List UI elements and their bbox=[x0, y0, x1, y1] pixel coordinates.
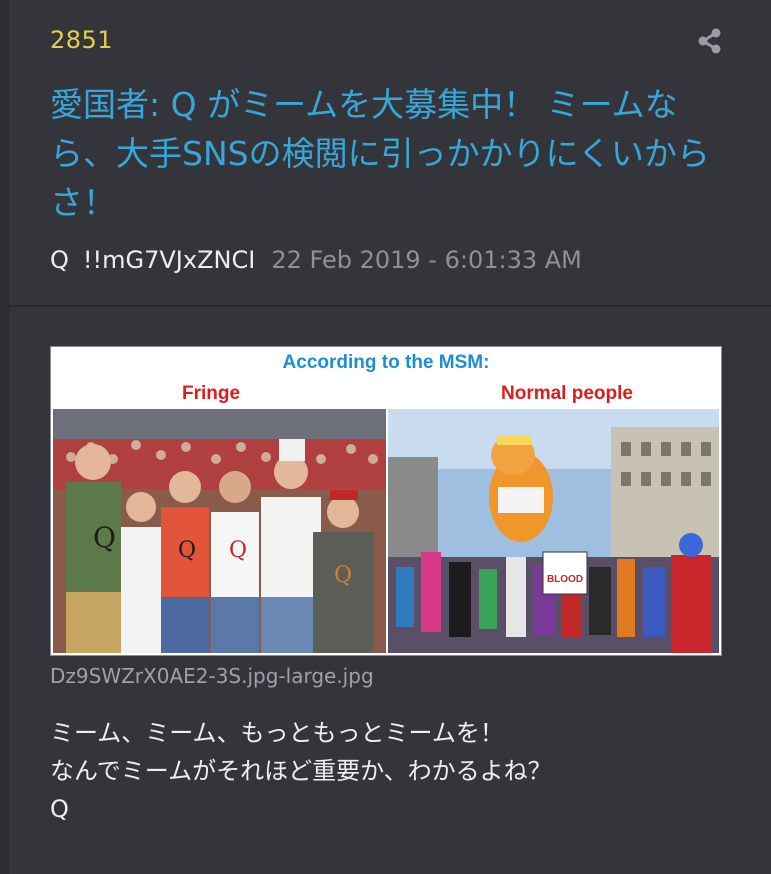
image-left-label: Fringe bbox=[182, 383, 240, 404]
post-image[interactable]: According to the MSM: Fringe Normal peop… bbox=[50, 346, 722, 656]
author-name: Q bbox=[50, 246, 69, 274]
share-icon[interactable] bbox=[697, 28, 723, 54]
body-line-3: Q bbox=[50, 795, 69, 823]
header-divider bbox=[9, 305, 771, 307]
author-tripcode: !!mG7VJxZNCI bbox=[82, 246, 256, 274]
svg-text:Q: Q bbox=[93, 521, 116, 554]
post-header: 2851 愛国者: Q がミームを大募集中！ ミームなら、大手SNSの検閲に引っ… bbox=[9, 0, 771, 305]
right-photo: BLOOD bbox=[388, 409, 719, 653]
body-line-1: ミーム、ミーム、もっともっとミームを！ bbox=[50, 719, 504, 747]
post-card: 2851 愛国者: Q がミームを大募集中！ ミームなら、大手SNSの検閲に引っ… bbox=[9, 0, 771, 874]
post-title: 愛国者: Q がミームを大募集中！ ミームなら、大手SNSの検閲に引っかかりにく… bbox=[50, 85, 710, 222]
svg-text:Q: Q bbox=[334, 563, 352, 588]
image-heading: According to the MSM: bbox=[283, 352, 490, 373]
image-filename[interactable]: Dz9SWZrX0AE2-3S.jpg-large.jpg bbox=[50, 664, 374, 688]
post-meta: Q !!mG7VJxZNCI 22 Feb 2019 - 6:01:33 AM bbox=[50, 244, 582, 276]
body-line-2: なんでミームがそれほど重要か、わかるよね？ bbox=[50, 757, 552, 785]
post-body: ミーム、ミーム、もっともっとミームを！ なんでミームがそれほど重要か、わかるよね… bbox=[50, 714, 552, 828]
svg-text:Q: Q bbox=[178, 538, 196, 563]
image-sign-text: BLOOD bbox=[547, 574, 583, 585]
image-right-label: Normal people bbox=[501, 383, 633, 404]
svg-text:Q: Q bbox=[229, 538, 247, 563]
post-number[interactable]: 2851 bbox=[50, 26, 113, 54]
left-photo: Q Q Q Q bbox=[53, 409, 386, 653]
post-timestamp: 22 Feb 2019 - 6:01:33 AM bbox=[271, 246, 582, 274]
